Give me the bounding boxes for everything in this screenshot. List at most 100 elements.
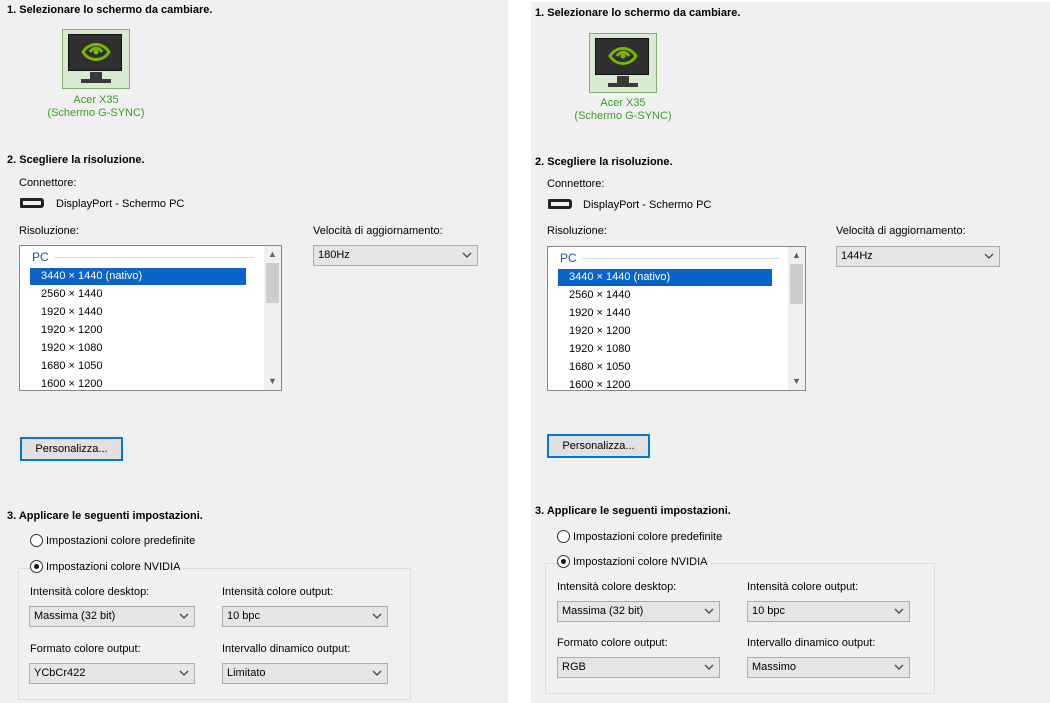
- resolution-list[interactable]: PC 3440 × 1440 (nativo) 2560 × 1440 1920…: [547, 246, 806, 391]
- monitor-selector[interactable]: [62, 29, 132, 89]
- scroll-thumb[interactable]: [266, 263, 279, 303]
- radio-button-icon: [557, 530, 570, 543]
- dynamic-range-label: Intervallo dinamico output:: [747, 637, 876, 649]
- output-depth-label: Intensità colore output:: [222, 586, 334, 598]
- chevron-down-icon: [179, 613, 189, 619]
- nvidia-color-radio[interactable]: Impostazioni colore NVIDIA: [30, 560, 183, 573]
- monitor-name: Acer X35: [600, 97, 646, 109]
- displayport-icon: [20, 198, 44, 208]
- step3-heading: 3. Applicare le seguenti impostazioni.: [535, 505, 731, 517]
- list-item-resolution[interactable]: 1680 × 1050: [558, 359, 630, 376]
- desktop-depth-dropdown[interactable]: Massima (32 bit): [557, 601, 720, 622]
- scroll-down-icon[interactable]: ▼: [264, 373, 281, 390]
- chevron-down-icon: [372, 670, 382, 676]
- output-depth-dropdown[interactable]: 10 bpc: [222, 606, 388, 627]
- refresh-rate-dropdown[interactable]: 144Hz: [836, 246, 1000, 267]
- dynamic-range-dropdown[interactable]: Massimo: [747, 657, 910, 678]
- connector-label: Connettore:: [547, 178, 605, 190]
- step2-heading: 2. Scegliere la risoluzione.: [7, 154, 145, 166]
- list-item-resolution[interactable]: 1920 × 1440: [30, 304, 102, 321]
- desktop-depth-value: Massima (32 bit): [34, 610, 116, 622]
- radio-button-selected-icon: [30, 560, 43, 573]
- customize-button[interactable]: Personalizza...: [20, 437, 123, 461]
- dynamic-range-dropdown[interactable]: Limitato: [222, 663, 388, 684]
- resolution-list[interactable]: PC 3440 × 1440 (nativo) 2560 × 1440 1920…: [19, 245, 282, 391]
- nvidia-color-label: Impostazioni colore NVIDIA: [573, 555, 708, 568]
- list-item-resolution[interactable]: 1680 × 1050: [30, 358, 102, 375]
- resolution-scrollbar[interactable]: ▲ ▼: [264, 246, 281, 390]
- monitor-selector[interactable]: [589, 33, 659, 93]
- default-color-radio[interactable]: Impostazioni colore predefinite: [557, 530, 722, 543]
- output-depth-dropdown[interactable]: 10 bpc: [747, 601, 910, 622]
- chevron-down-icon: [894, 608, 904, 614]
- desktop-depth-dropdown[interactable]: Massima (32 bit): [29, 606, 195, 627]
- radio-button-icon: [30, 534, 43, 547]
- list-item-resolution[interactable]: 3440 × 1440 (nativo): [558, 269, 772, 286]
- nvidia-monitor-icon: [589, 33, 657, 93]
- list-group-header: PC: [560, 251, 577, 265]
- resolution-label: Risoluzione:: [547, 225, 607, 237]
- chevron-down-icon: [894, 664, 904, 670]
- step2-heading: 2. Scegliere la risoluzione.: [535, 156, 673, 168]
- settings-panel-right: 1. Selezionare lo schermo da cambiare. A…: [531, 2, 1050, 703]
- list-item-resolution[interactable]: 1600 × 1200: [30, 376, 102, 390]
- list-item-resolution[interactable]: 3440 × 1440 (nativo): [30, 268, 246, 285]
- output-depth-label: Intensità colore output:: [747, 581, 859, 593]
- step1-heading: 1. Selezionare lo schermo da cambiare.: [7, 4, 213, 16]
- monitor-subtitle: (Schermo G-SYNC): [574, 110, 672, 122]
- chevron-down-icon: [704, 664, 714, 670]
- resolution-scrollbar[interactable]: ▲ ▼: [788, 247, 805, 390]
- chevron-down-icon: [372, 613, 382, 619]
- refresh-rate-label: Velocità di aggiornamento:: [836, 225, 966, 237]
- refresh-rate-value: 180Hz: [318, 249, 350, 261]
- connector-value: DisplayPort - Schermo PC: [583, 199, 712, 211]
- default-color-label: Impostazioni colore predefinite: [573, 530, 723, 543]
- monitor-name: Acer X35: [73, 94, 119, 106]
- output-format-label: Formato colore output:: [30, 643, 141, 655]
- output-format-dropdown[interactable]: YCbCr422: [29, 663, 195, 684]
- dynamic-range-label: Intervallo dinamico output:: [222, 643, 351, 655]
- refresh-rate-dropdown[interactable]: 180Hz: [313, 245, 478, 266]
- list-item-resolution[interactable]: 1920 × 1080: [558, 341, 630, 358]
- connector-value: DisplayPort - Schermo PC: [56, 198, 185, 210]
- scroll-up-icon[interactable]: ▲: [264, 246, 281, 263]
- chevron-down-icon: [179, 670, 189, 676]
- group-divider: [54, 257, 254, 258]
- resolution-label: Risoluzione:: [19, 225, 79, 237]
- chevron-down-icon: [462, 252, 472, 258]
- customize-button[interactable]: Personalizza...: [547, 434, 650, 458]
- output-format-value: RGB: [562, 661, 586, 673]
- list-item-resolution[interactable]: 1920 × 1440: [558, 305, 630, 322]
- connector-label: Connettore:: [19, 177, 77, 189]
- list-item-resolution[interactable]: 2560 × 1440: [558, 287, 630, 304]
- dynamic-range-value: Limitato: [227, 667, 266, 679]
- desktop-depth-label: Intensità colore desktop:: [30, 586, 150, 598]
- nvidia-monitor-icon: [62, 29, 130, 89]
- displayport-icon: [548, 199, 572, 209]
- settings-panel-left: 1. Selezionare lo schermo da cambiare. A…: [0, 0, 508, 703]
- refresh-rate-label: Velocità di aggiornamento:: [313, 225, 443, 237]
- output-format-value: YCbCr422: [34, 667, 86, 679]
- monitor-subtitle: (Schermo G-SYNC): [47, 107, 145, 119]
- output-format-label: Formato colore output:: [557, 637, 668, 649]
- output-depth-value: 10 bpc: [752, 605, 786, 617]
- scroll-up-icon[interactable]: ▲: [788, 247, 805, 264]
- desktop-depth-value: Massima (32 bit): [562, 605, 644, 617]
- list-item-resolution[interactable]: 1920 × 1200: [558, 323, 630, 340]
- step1-heading: 1. Selezionare lo schermo da cambiare.: [535, 7, 741, 19]
- list-item-resolution[interactable]: 1920 × 1200: [30, 322, 102, 339]
- chevron-down-icon: [704, 608, 714, 614]
- list-item-resolution[interactable]: 1600 × 1200: [558, 377, 630, 390]
- scroll-down-icon[interactable]: ▼: [788, 373, 805, 390]
- list-group-header: PC: [32, 250, 49, 264]
- group-divider: [582, 258, 780, 259]
- default-color-radio[interactable]: Impostazioni colore predefinite: [30, 534, 195, 547]
- nvidia-color-radio[interactable]: Impostazioni colore NVIDIA: [557, 555, 710, 568]
- output-depth-value: 10 bpc: [227, 610, 261, 622]
- radio-button-selected-icon: [557, 555, 570, 568]
- list-item-resolution[interactable]: 2560 × 1440: [30, 286, 102, 303]
- step3-heading: 3. Applicare le seguenti impostazioni.: [7, 510, 203, 522]
- scroll-thumb[interactable]: [790, 264, 803, 304]
- output-format-dropdown[interactable]: RGB: [557, 657, 720, 678]
- list-item-resolution[interactable]: 1920 × 1080: [30, 340, 102, 357]
